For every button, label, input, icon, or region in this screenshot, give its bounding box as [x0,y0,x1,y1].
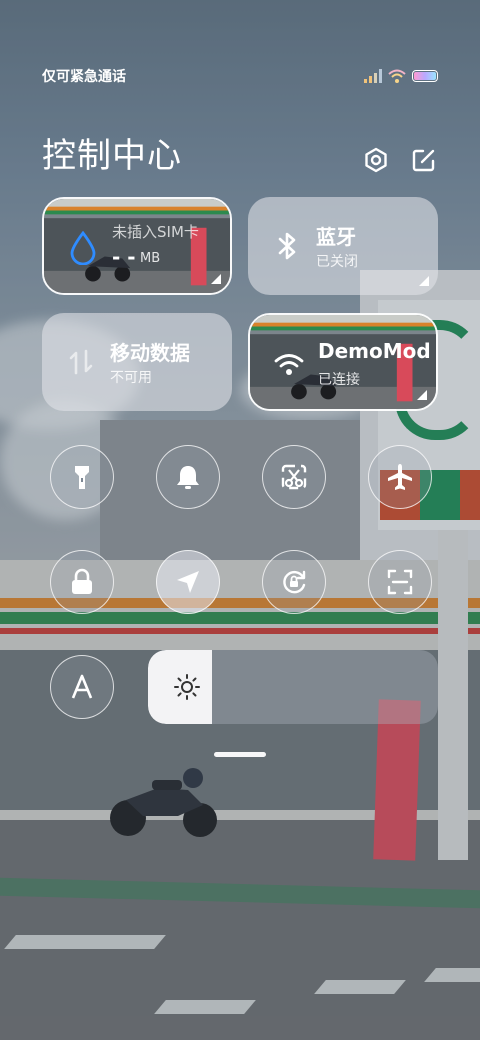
rotation-lock-toggle[interactable] [262,550,326,614]
location-arrow-icon [177,571,199,593]
wifi-status: 已连接 [318,372,360,388]
screenshot-toggle[interactable] [262,445,326,509]
wifi-tile[interactable]: DemoMod 已连接 [248,313,438,411]
font-a-icon [71,674,93,699]
corner-indicator [211,274,221,284]
lock-screen-toggle[interactable] [50,550,114,614]
sun-icon [174,674,200,700]
signal-icon [364,69,382,83]
data-usage-value: - - [112,245,136,269]
scanner-toggle[interactable] [368,550,432,614]
drag-handle[interactable] [214,752,266,757]
page-title: 控制中心 [42,136,182,176]
gear-icon[interactable] [362,146,390,174]
edit-icon[interactable] [410,146,438,174]
rotation-lock-icon [283,570,306,594]
auto-brightness-toggle[interactable] [50,655,114,719]
mobile-data-tile[interactable]: 移动数据 不可用 [42,313,232,411]
brightness-slider[interactable] [148,650,438,724]
airplane-icon [388,464,412,490]
lock-icon [72,568,92,594]
data-usage-tile[interactable]: 未插入SIM卡 - - MB [42,197,232,295]
status-icons [364,69,438,83]
scissors-icon [281,464,307,490]
bluetooth-label: 蓝牙 [316,225,356,249]
status-bar: 仅可紧急通话 [42,66,438,86]
carrier-status: 仅可紧急通话 [42,69,126,85]
data-usage-unit: MB [140,251,161,266]
wifi-network-name: DemoMod [318,339,431,363]
wifi-icon [274,354,304,375]
flashlight-icon [75,466,89,489]
wifi-icon [388,69,406,83]
bell-icon [177,466,199,489]
flashlight-toggle[interactable] [50,445,114,509]
battery-icon [412,70,438,82]
location-toggle[interactable] [156,550,220,614]
mobile-data-status: 不可用 [110,370,152,386]
bluetooth-status: 已关闭 [316,254,358,270]
corner-indicator [419,276,429,286]
scan-icon [387,569,413,595]
bell-toggle[interactable] [156,445,220,509]
droplet-icon [70,231,96,265]
sim-status: 未插入SIM卡 [112,223,199,241]
mobile-data-icon [69,349,93,375]
corner-indicator [417,390,427,400]
bluetooth-tile[interactable]: 蓝牙 已关闭 [248,197,438,295]
bluetooth-icon [278,232,296,260]
mobile-data-label: 移动数据 [110,341,190,365]
airplane-mode-toggle[interactable] [368,445,432,509]
